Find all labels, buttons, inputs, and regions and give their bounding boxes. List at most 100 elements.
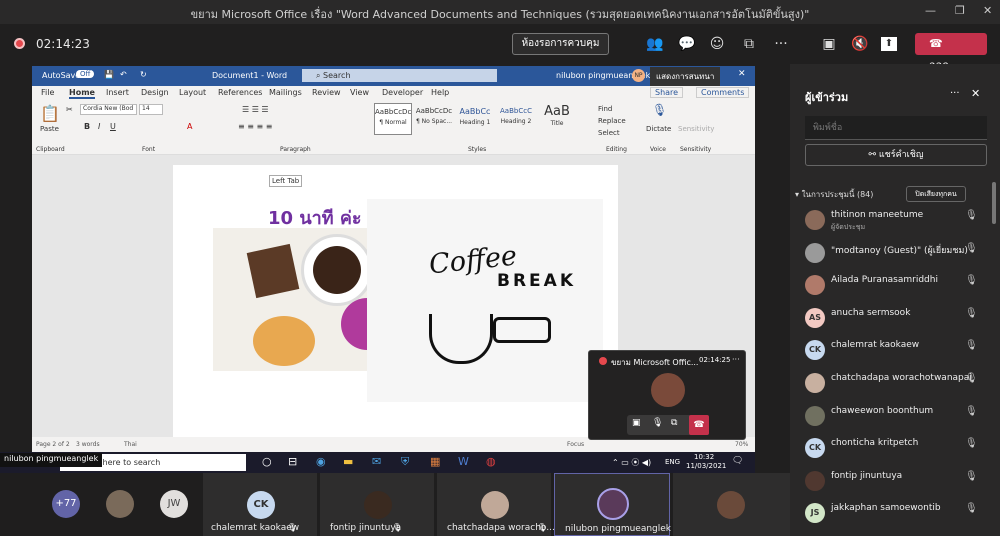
word-icon[interactable]: W: [458, 455, 469, 468]
font-color-icon[interactable]: A: [187, 122, 192, 131]
close-icon[interactable]: ✕: [983, 4, 992, 17]
dictate-label[interactable]: Dictate: [646, 125, 671, 133]
user-avatar[interactable]: NP: [632, 69, 645, 82]
widgets-icon[interactable]: ⊟: [288, 455, 297, 468]
share-button[interactable]: Share: [650, 87, 684, 98]
document-page[interactable]: Left Tab 10 นาที ค่ะ Coffee BREAK: [173, 165, 618, 437]
video-tile[interactable]: chatchadapa woracho... 🎙: [437, 473, 555, 536]
ruler[interactable]: [32, 155, 755, 165]
pip-more-icon[interactable]: ···: [732, 355, 740, 364]
find-button[interactable]: Find: [598, 105, 612, 113]
tab-references[interactable]: References: [218, 88, 262, 97]
leave-button[interactable]: ☎ ออก⌄: [915, 33, 987, 72]
font-name-select[interactable]: Cordia New (Bod: [80, 104, 137, 115]
participants-icon[interactable]: 👥: [644, 34, 666, 54]
video-tile-speaking[interactable]: nilubon pingmueanglek: [554, 473, 671, 536]
panel-scrollbar[interactable]: [992, 182, 996, 224]
pip-leave-icon[interactable]: ☎: [689, 415, 709, 435]
tab-review[interactable]: Review: [312, 88, 341, 97]
style-title[interactable]: AaB Title: [538, 103, 576, 135]
participant-row[interactable]: chatchadapa worachotwanapai 🎙: [805, 371, 990, 399]
pip-share-icon[interactable]: ⧉: [671, 418, 677, 428]
panel-close-icon[interactable]: ✕: [971, 87, 980, 100]
status-language[interactable]: Thai: [124, 441, 137, 448]
more-options-icon[interactable]: ···: [770, 34, 792, 54]
font-size-select[interactable]: 14: [139, 104, 163, 115]
tab-help[interactable]: Help: [431, 88, 449, 97]
mute-icon[interactable]: 🔇: [849, 34, 871, 54]
autosave-toggle[interactable]: Off: [76, 70, 95, 78]
section-header[interactable]: ▾ ในการประชุมนี้ (84): [795, 188, 873, 201]
explorer-icon[interactable]: ▬: [343, 455, 353, 468]
status-page[interactable]: Page 2 of 2: [36, 441, 70, 448]
share-invite-button[interactable]: ⚯ แชร์คำเชิญ: [805, 144, 987, 166]
chat-icon[interactable]: 💬: [676, 34, 698, 54]
comments-button[interactable]: Comments: [696, 87, 750, 98]
tray-icons[interactable]: ⌃ ▭ ⦿ ◀): [612, 457, 651, 468]
undo-icon[interactable]: ↶: [120, 70, 127, 79]
participant-search-input[interactable]: [805, 116, 987, 140]
avatar[interactable]: [106, 490, 134, 518]
participant-row[interactable]: JS jakkaphan samoewontib 🎙: [805, 501, 990, 529]
edge-icon[interactable]: ◉: [316, 455, 326, 468]
save-icon[interactable]: 💾: [104, 70, 114, 79]
video-tile[interactable]: [673, 473, 790, 536]
align-icon[interactable]: ≡ ≡ ≡ ≡: [238, 122, 272, 131]
video-tile[interactable]: CK chalemrat kaokaew 🎙: [203, 473, 317, 536]
chrome-icon[interactable]: ◍: [486, 455, 496, 468]
participant-row[interactable]: CK chonticha kritpetch 🎙: [805, 436, 990, 464]
zoom-level[interactable]: 70%: [735, 441, 748, 448]
security-icon[interactable]: ⛨: [401, 455, 409, 469]
redo-icon[interactable]: ↻: [140, 70, 147, 79]
pip-mic-icon[interactable]: 🎙: [652, 418, 663, 428]
clock-time[interactable]: 10:32: [694, 453, 714, 461]
input-language[interactable]: ENG: [665, 458, 680, 466]
focus-button[interactable]: Focus: [567, 441, 584, 448]
mini-meeting-window[interactable]: ขยาม Microsoft Offic... 02:14:25 ··· ▣ 🎙…: [588, 350, 746, 440]
word-close-icon[interactable]: ✕: [738, 69, 746, 79]
video-tile[interactable]: fontip jinuntuya 🎙: [320, 473, 434, 536]
paste-icon[interactable]: 📋: [40, 104, 60, 123]
microphone-icon[interactable]: 🎙: [652, 103, 667, 117]
status-words[interactable]: 3 words: [76, 441, 100, 448]
style-heading-1[interactable]: AaBbCc Heading 1: [456, 103, 494, 135]
search-box[interactable]: ⌕ Search: [302, 69, 497, 82]
mail-icon[interactable]: ✉: [372, 455, 381, 468]
participant-row[interactable]: AS anucha sermsook 🎙: [805, 306, 990, 334]
mute-all-button[interactable]: ปิดเสียงทุกคน: [906, 186, 966, 202]
replace-button[interactable]: Replace: [598, 117, 626, 125]
participant-row[interactable]: Ailada Puranasamriddhi 🎙: [805, 273, 990, 301]
tab-layout[interactable]: Layout: [179, 88, 206, 97]
style-normal[interactable]: AaBbCcDc ¶ Normal: [374, 103, 412, 135]
panel-more-icon[interactable]: ···: [950, 88, 960, 99]
clock-date[interactable]: 11/03/2021: [686, 462, 726, 470]
participant-row[interactable]: CK chalemrat kaokaew 🎙: [805, 338, 990, 366]
bullets-icon[interactable]: ☰ ☰ ☰: [242, 105, 269, 114]
minimize-icon[interactable]: —: [925, 4, 936, 17]
camera-off-icon[interactable]: ▣: [818, 34, 840, 54]
italic-icon[interactable]: I: [98, 122, 100, 131]
reactions-icon[interactable]: ☺: [706, 34, 728, 54]
participant-row[interactable]: fontip jinuntuya 🎙: [805, 469, 990, 497]
tab-home[interactable]: Home: [69, 88, 95, 99]
manage-lobby-button[interactable]: ห้องรอการควบคุม: [512, 33, 609, 55]
style-no-spacing[interactable]: AaBbCcDc ¶ No Spac...: [415, 103, 453, 135]
cut-icon[interactable]: ✂: [66, 105, 73, 114]
participant-row[interactable]: chaweewon boonthum 🎙: [805, 404, 990, 432]
avatar[interactable]: JW: [160, 490, 188, 518]
notification-icon[interactable]: 🗨: [732, 456, 743, 466]
more-participants-button[interactable]: +77: [52, 490, 80, 518]
tab-file[interactable]: File: [41, 88, 54, 97]
tab-design[interactable]: Design: [141, 88, 169, 97]
bold-icon[interactable]: B: [84, 122, 90, 131]
tab-insert[interactable]: Insert: [106, 88, 129, 97]
tab-mailings[interactable]: Mailings: [269, 88, 302, 97]
tab-view[interactable]: View: [350, 88, 369, 97]
participant-row[interactable]: thitinon maneetume ผู้จัดประชุม 🎙: [805, 208, 990, 236]
tab-developer[interactable]: Developer: [382, 88, 423, 97]
share-tray-icon[interactable]: ⬆: [881, 37, 897, 51]
restore-icon[interactable]: ❐: [955, 4, 965, 17]
select-button[interactable]: Select: [598, 129, 620, 137]
teams-icon[interactable]: ▦: [430, 455, 440, 468]
pip-camera-icon[interactable]: ▣: [632, 418, 641, 428]
